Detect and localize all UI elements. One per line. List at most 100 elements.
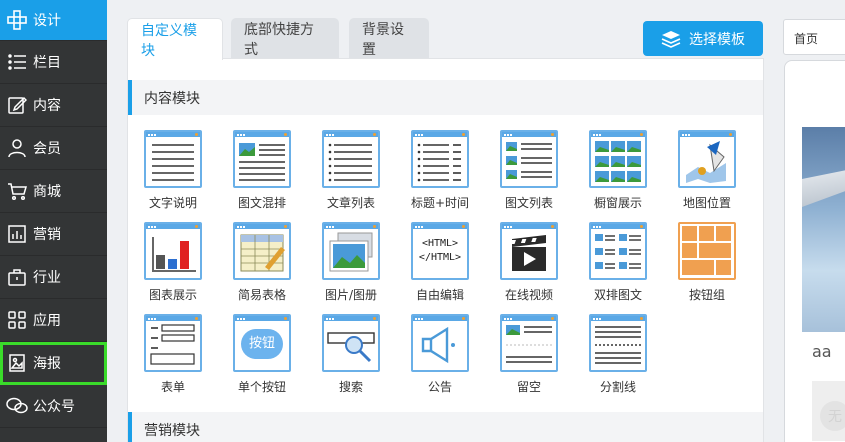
sidebar-item-label: 会员 [33,141,61,157]
chart-icon [6,223,28,245]
sidebar-item-content[interactable]: 内容 [0,84,107,127]
section-content-modules: 内容模块 [128,80,763,115]
module-label: 单个按钮 [237,380,286,394]
blank-icon [506,325,552,363]
tab-custom-modules[interactable]: 自定义模块 [127,18,223,60]
module-article-list[interactable]: 文章列表 [311,130,391,211]
module-label: 地图位置 [682,196,731,210]
edit-icon [6,94,28,116]
module-label: 自由编辑 [415,288,464,302]
module-label: 标题+时间 [410,196,470,210]
module-label: 简易表格 [237,288,286,302]
module-label: 留空 [516,380,541,394]
image-list-icon [506,142,552,179]
html-icon: <HTML> </HTML> [418,238,462,263]
sidebar: 设计 栏目 内容 会员 商城 营销 行业 应用 海报 公众号 [0,0,107,442]
module-label: 图文列表 [504,196,553,210]
table-icon [240,234,285,272]
poster-icon [6,352,28,374]
module-label: 双排图文 [593,288,642,302]
double-column-icon [595,234,641,269]
module-label: 文章列表 [326,196,375,210]
tab-bottom-shortcuts[interactable]: 底部快捷方式 [231,18,339,60]
module-label: 图片/图册 [324,288,378,302]
module-label: 文字说明 [148,196,197,210]
module-label: 图表展示 [148,288,197,302]
button-group-icon [682,226,731,275]
sidebar-item-wechat[interactable]: 公众号 [0,385,107,428]
module-simple-table[interactable]: 简易表格 [222,222,302,303]
module-label: 分割线 [599,380,636,394]
module-showcase[interactable]: 橱窗展示 [578,130,658,211]
choose-template-label: 选择模板 [689,31,745,48]
module-gallery[interactable]: 图片/图册 [311,222,391,303]
module-blank[interactable]: 留空 [489,314,569,395]
sidebar-item-mall[interactable]: 商城 [0,170,107,213]
module-search[interactable]: 搜索 [311,314,391,395]
sidebar-item-poster[interactable]: 海报 [0,342,107,385]
gallery-icon [329,232,373,272]
map-icon [686,141,726,183]
module-title-time[interactable]: 标题+时间 [400,130,480,211]
sidebar-item-label: 栏目 [33,55,61,71]
sidebar-item-members[interactable]: 会员 [0,127,107,170]
sidebar-item-industry[interactable]: 行业 [0,256,107,299]
module-map-location[interactable]: 地图位置 [667,130,747,211]
sidebar-item-columns[interactable]: 栏目 [0,41,107,84]
preview-thumbnail: 无 [812,381,845,441]
sidebar-item-label: 公众号 [33,399,75,415]
apps-icon [6,309,28,331]
module-chart-display[interactable]: 图表展示 [133,222,213,303]
sidebar-item-design[interactable]: 设计 [0,0,107,41]
wechat-icon [6,395,28,417]
tab-background-settings[interactable]: 背景设置 [349,18,429,60]
mobile-preview: aa 无 [784,60,845,442]
form-icon [150,324,195,365]
module-label: 公告 [427,380,452,394]
single-button-icon: 按钮 [241,329,283,359]
module-label: 在线视频 [504,288,553,302]
preview-banner-image [802,127,845,332]
module-double-column[interactable]: 双排图文 [578,222,658,303]
bar-chart-icon [152,237,196,272]
sidebar-item-label: 设计 [33,13,61,29]
title-time-icon [417,143,461,182]
module-image-list[interactable]: 图文列表 [489,130,569,211]
announcement-icon [421,326,455,364]
sidebar-item-apps[interactable]: 应用 [0,299,107,342]
section-marketing-modules: 营销模块 [128,412,763,442]
module-form[interactable]: 表单 [133,314,213,395]
module-online-video[interactable]: 在线视频 [489,222,569,303]
sidebar-item-marketing[interactable]: 营销 [0,213,107,256]
module-label: 表单 [160,380,185,394]
briefcase-icon [6,266,28,288]
module-label: 图文混排 [237,196,286,210]
layers-icon [661,30,681,48]
module-text-description[interactable]: 文字说明 [133,130,213,211]
sidebar-item-label: 商城 [33,184,61,200]
page-select[interactable]: 首页 [783,19,845,55]
module-announcement[interactable]: 公告 [400,314,480,395]
text-doc-icon [152,144,194,181]
choose-template-button[interactable]: 选择模板 [643,21,763,56]
sidebar-item-label: 应用 [33,313,61,329]
module-image-text[interactable]: 图文混排 [222,130,302,211]
module-free-edit[interactable]: <HTML> </HTML> 自由编辑 [400,222,480,303]
user-icon [6,137,28,159]
module-button-group[interactable]: 按钮组 [667,222,747,303]
article-list-icon [328,143,372,182]
module-divider[interactable]: 分割线 [578,314,658,395]
sidebar-item-label: 行业 [33,270,61,286]
search-icon [327,332,375,363]
list-icon [6,51,28,73]
preview-caption: aa [812,342,832,361]
thumbnail-placeholder: 无 [820,401,845,431]
module-single-button[interactable]: 按钮 单个按钮 [222,314,302,395]
module-label: 搜索 [338,380,363,394]
cart-icon [6,180,28,202]
module-label: 按钮组 [688,288,725,302]
showcase-icon [595,141,641,182]
design-icon [6,9,28,31]
sidebar-item-label: 营销 [33,227,61,243]
sidebar-item-label: 海报 [33,356,61,372]
